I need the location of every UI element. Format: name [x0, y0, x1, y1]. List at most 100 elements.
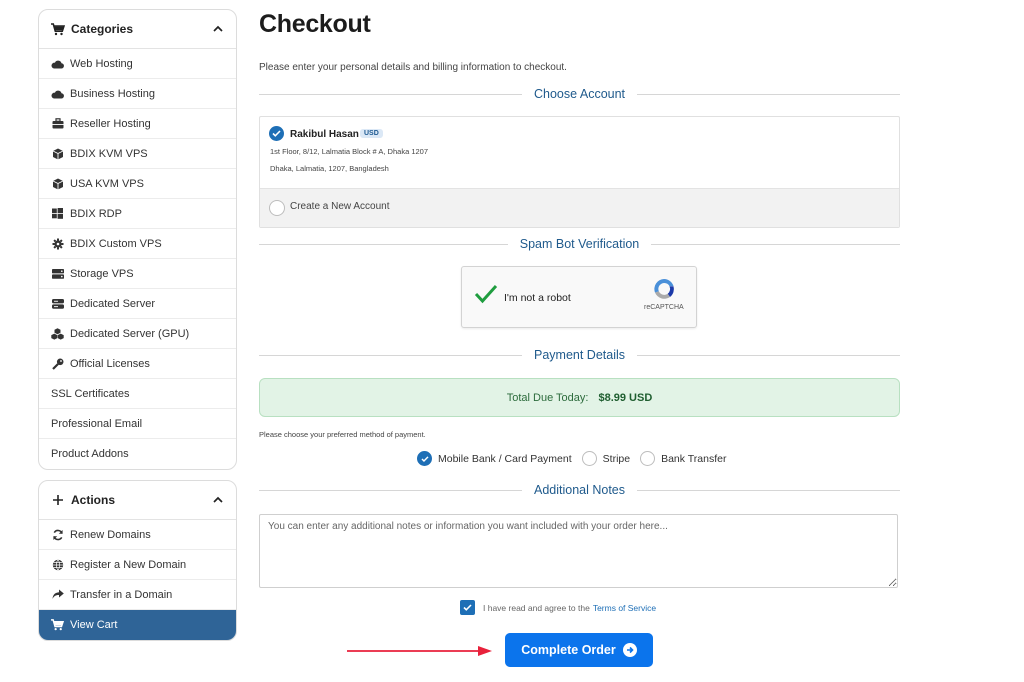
radio-checked-icon[interactable] [269, 126, 284, 141]
sidebar-item-view-cart[interactable]: View Cart [39, 610, 236, 640]
captcha-label: I'm not a robot [504, 292, 571, 304]
tos-text: I have read and agree to the [483, 602, 590, 613]
account-name: Rakibul Hasan [290, 129, 359, 140]
sidebar-item-reseller-hosting[interactable]: Reseller Hosting [39, 109, 236, 139]
checkmark-icon[interactable] [474, 284, 498, 304]
currency-badge: USD [360, 129, 383, 138]
payment-method-label: Stripe [602, 452, 631, 465]
payment-method-label: Bank Transfer [661, 452, 727, 465]
sidebar-item-label: Dedicated Server [70, 297, 155, 310]
refresh-icon [51, 528, 64, 541]
section-title: Spam Bot Verification [519, 237, 640, 251]
sidebar-item-ssl-certificates[interactable]: SSL Certificates [39, 379, 236, 409]
sidebar-item-label: SSL Certificates [51, 387, 130, 400]
payment-method-stripe[interactable]: Stripe [581, 451, 631, 466]
sidebar-item-label: Renew Domains [70, 528, 151, 541]
sidebar-item-web-hosting[interactable]: Web Hosting [39, 49, 236, 79]
divider [637, 93, 901, 95]
payment-method-label: Mobile Bank / Card Payment [438, 452, 572, 465]
share-arrow-icon [51, 588, 64, 601]
section-choose-account: Choose Account [259, 85, 901, 103]
recaptcha-widget[interactable]: I'm not a robot reCAPTCHA [461, 266, 697, 328]
sidebar-item-storage-vps[interactable]: Storage VPS [39, 259, 236, 289]
categories-header[interactable]: Categories [39, 10, 236, 49]
actions-panel: Actions Renew Domains Register a New Dom… [38, 480, 237, 641]
cart-icon [51, 619, 64, 632]
account-address-line2: Dhaka, Lalmatia, 1207, Bangladesh [270, 164, 389, 173]
actions-header[interactable]: Actions [39, 481, 236, 520]
section-spam-verification: Spam Bot Verification [259, 235, 901, 253]
sidebar-item-bdix-custom-vps[interactable]: BDIX Custom VPS [39, 229, 236, 259]
sidebar-item-label: Register a New Domain [70, 558, 187, 571]
radio-checked-icon[interactable] [417, 451, 432, 466]
cart-icon [51, 22, 65, 36]
radio-unchecked-icon[interactable] [640, 451, 656, 466]
radio-unchecked-icon[interactable] [581, 451, 597, 466]
sidebar-item-dedicated-server-gpu[interactable]: Dedicated Server (GPU) [39, 319, 236, 349]
cube-icon [51, 177, 64, 190]
section-additional-notes: Additional Notes [259, 481, 900, 499]
sidebar-item-bdix-rdp[interactable]: BDIX RDP [39, 199, 236, 229]
radio-unchecked-icon[interactable] [269, 200, 285, 216]
server-stack-icon [51, 297, 64, 310]
cloud-icon [51, 87, 64, 100]
chevron-up-icon[interactable] [212, 494, 224, 506]
divider [259, 489, 522, 491]
account-selector: Rakibul Hasan USD 1st Floor, 8/12, Lalma… [259, 116, 900, 228]
account-address-line1: 1st Floor, 8/12, Lalmatia Block # A, Dha… [270, 147, 429, 156]
arrow-right-circle-icon [622, 643, 637, 657]
payment-method-mobile-bank[interactable]: Mobile Bank / Card Payment [417, 451, 572, 466]
divider [259, 243, 508, 245]
sidebar-item-label: Reseller Hosting [70, 117, 151, 130]
key-icon [51, 357, 64, 370]
server-icon [51, 267, 64, 280]
page-title: Checkout [259, 10, 371, 38]
existing-account-option[interactable]: Rakibul Hasan USD 1st Floor, 8/12, Lalma… [260, 117, 899, 189]
sidebar-item-professional-email[interactable]: Professional Email [39, 409, 236, 439]
chevron-up-icon[interactable] [212, 23, 224, 35]
windows-icon [51, 207, 64, 220]
sidebar-item-label: BDIX Custom VPS [70, 237, 162, 250]
sidebar-item-usa-kvm-vps[interactable]: USA KVM VPS [39, 169, 236, 199]
recaptcha-brand: reCAPTCHA [644, 304, 684, 311]
cubes-icon [51, 327, 64, 340]
tos-link[interactable]: Terms of Service [593, 603, 656, 613]
notes-textarea[interactable] [259, 514, 898, 588]
sidebar-item-business-hosting[interactable]: Business Hosting [39, 79, 236, 109]
divider [637, 354, 901, 356]
new-account-option[interactable]: Create a New Account [260, 189, 899, 227]
sidebar-item-label: BDIX RDP [70, 207, 122, 220]
sidebar-item-label: Transfer in a Domain [70, 588, 173, 601]
payment-method-note: Please choose your preferred method of p… [259, 430, 426, 439]
complete-order-button[interactable]: Complete Order [505, 633, 653, 667]
complete-order-label: Complete Order [521, 643, 616, 657]
sidebar-item-renew-domains[interactable]: Renew Domains [39, 520, 236, 550]
cloud-icon [51, 57, 64, 70]
pointer-arrow-icon [347, 646, 492, 656]
sidebar-item-label: Business Hosting [70, 87, 155, 100]
divider [651, 243, 901, 245]
categories-panel: Categories Web Hosting Business Hosting … [38, 9, 237, 470]
sidebar-item-label: Web Hosting [70, 57, 133, 70]
tos-agreement: I have read and agree to the Terms of Se… [460, 600, 656, 615]
intro-text: Please enter your personal details and b… [259, 62, 567, 73]
categories-title: Categories [71, 22, 134, 36]
sidebar-item-bdix-kvm-vps[interactable]: BDIX KVM VPS [39, 139, 236, 169]
sidebar-item-label: BDIX KVM VPS [70, 147, 148, 160]
globe-icon [51, 558, 64, 571]
briefcase-icon [51, 117, 64, 130]
tos-checkbox[interactable] [460, 600, 475, 615]
sidebar-item-label: View Cart [70, 619, 118, 631]
payment-method-group: Mobile Bank / Card Payment Stripe Bank T… [417, 451, 736, 466]
sidebar-item-transfer-domain[interactable]: Transfer in a Domain [39, 580, 236, 610]
sidebar-item-dedicated-server[interactable]: Dedicated Server [39, 289, 236, 319]
payment-method-bank-transfer[interactable]: Bank Transfer [640, 451, 726, 466]
total-due-amount: $8.99 USD [598, 391, 653, 404]
sidebar-item-label: Dedicated Server (GPU) [70, 327, 190, 340]
divider [259, 354, 522, 356]
total-due-label: Total Due Today: [506, 391, 589, 404]
sidebar-item-product-addons[interactable]: Product Addons [39, 439, 236, 469]
sidebar-item-official-licenses[interactable]: Official Licenses [39, 349, 236, 379]
sidebar-item-register-domain[interactable]: Register a New Domain [39, 550, 236, 580]
sidebar-item-label: Official Licenses [70, 357, 150, 370]
